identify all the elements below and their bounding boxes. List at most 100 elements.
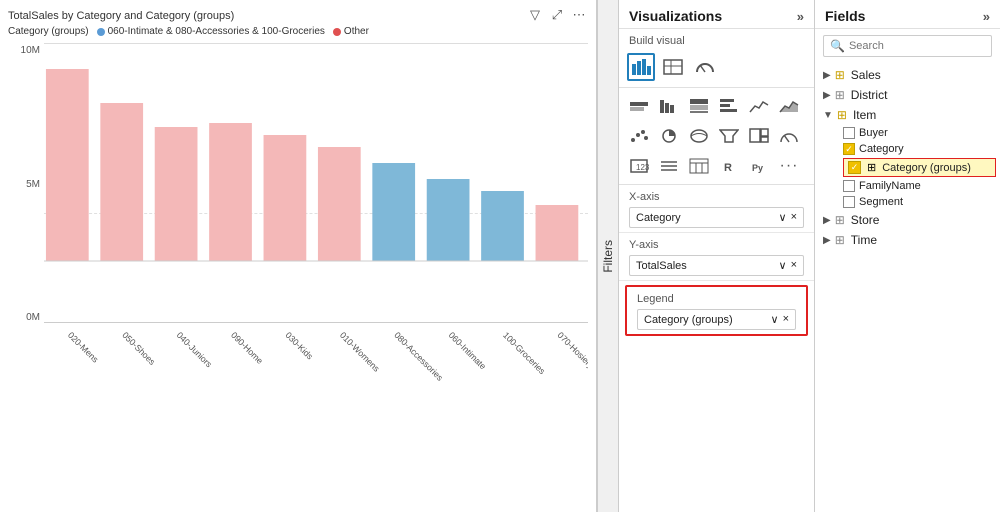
field-item-category-groups[interactable]: ✓ ⊞ Category (groups): [843, 158, 996, 177]
buyer-checkbox[interactable]: [843, 127, 855, 139]
search-input[interactable]: [849, 40, 985, 52]
district-table-icon: ⊞: [835, 88, 845, 102]
viz-line[interactable]: [745, 92, 773, 120]
legend-dot-red: [333, 28, 341, 36]
field-group-district: ▶ ⊞ District: [815, 85, 1000, 105]
field-group-store-header[interactable]: ▶ ⊞ Store: [815, 210, 1000, 230]
field-item-familyname[interactable]: FamilyName: [815, 178, 1000, 194]
search-icon: 🔍: [830, 39, 845, 53]
legend-dropdown[interactable]: Category (groups) ∨ ×: [637, 309, 796, 330]
y-axis-clear[interactable]: ×: [791, 259, 797, 272]
viz-r[interactable]: R: [715, 152, 743, 180]
store-expand-icon: ▶: [823, 215, 831, 226]
district-expand-icon: ▶: [823, 90, 831, 101]
viz-funnel[interactable]: [715, 122, 743, 150]
viz-gauge2[interactable]: [775, 122, 803, 150]
legend-group-label: Category (groups): [8, 26, 89, 37]
svg-text:020-Mens: 020-Mens: [66, 330, 101, 365]
viz-expand-icon[interactable]: »: [797, 9, 804, 24]
viz-card[interactable]: 123: [625, 152, 653, 180]
svg-text:R: R: [724, 162, 732, 174]
field-item-segment[interactable]: Segment: [815, 194, 1000, 210]
chart-inner: 020-Mens 050-Shoes 040-Juniors 090-Home …: [44, 43, 588, 383]
field-group-district-header[interactable]: ▶ ⊞ District: [815, 85, 1000, 105]
buyer-name: Buyer: [859, 127, 888, 139]
legend-chevron[interactable]: ∨: [771, 313, 779, 326]
item-label: Item: [853, 108, 876, 122]
legend-item-red: Other: [333, 26, 369, 37]
viz-slicer[interactable]: [655, 152, 683, 180]
viz-clustered-bar[interactable]: [655, 92, 683, 120]
filters-label: Filters: [601, 240, 615, 273]
viz-header: Visualizations »: [619, 0, 814, 29]
category-groups-name: Category (groups): [882, 162, 971, 174]
svg-text:090-Home: 090-Home: [229, 330, 265, 366]
sales-table-icon: ⊞: [835, 68, 845, 82]
viz-treemap[interactable]: [745, 122, 773, 150]
x-axis-value: Category: [636, 212, 681, 224]
svg-text:010-Womens: 010-Womens: [338, 330, 382, 374]
svg-text:030-Kids: 030-Kids: [284, 330, 316, 362]
bar-chart-svg: [44, 43, 588, 323]
segment-checkbox[interactable]: [843, 196, 855, 208]
field-group-item-header[interactable]: ▼ ⊞ Item: [815, 105, 1000, 125]
x-axis-label: X-axis: [629, 191, 804, 203]
y-label-5m: 5M: [8, 179, 40, 190]
field-group-sales-header[interactable]: ▶ ⊞ Sales: [815, 65, 1000, 85]
field-group-time: ▶ ⊞ Time: [815, 230, 1000, 250]
viz-map[interactable]: [685, 122, 713, 150]
fields-list: ▶ ⊞ Sales ▶ ⊞ District ▼ ⊞ Item Buyer: [815, 63, 1000, 512]
y-axis-dropdown-icons: ∨ ×: [779, 259, 798, 272]
x-axis-chevron[interactable]: ∨: [779, 211, 787, 224]
filter-icon[interactable]: ▽: [526, 6, 544, 24]
fields-panel: Fields » 🔍 ▶ ⊞ Sales ▶ ⊞ District ▼: [815, 0, 1000, 512]
legend-clear[interactable]: ×: [783, 313, 789, 326]
viz-table2[interactable]: [685, 152, 713, 180]
svg-text:040-Juniors: 040-Juniors: [175, 330, 215, 370]
familyname-checkbox[interactable]: [843, 180, 855, 192]
viz-more[interactable]: ···: [775, 152, 803, 180]
viz-header-icons: »: [797, 9, 804, 24]
viz-icon-table[interactable]: [659, 53, 687, 81]
svg-text:100-Groceries: 100-Groceries: [501, 330, 548, 377]
fields-title: Fields: [825, 8, 865, 24]
viz-icon-bar-chart[interactable]: [627, 53, 655, 81]
ellipsis-icon[interactable]: ⋯: [570, 6, 588, 24]
viz-icon-gauge[interactable]: [691, 53, 719, 81]
x-axis-dropdown[interactable]: Category ∨ ×: [629, 207, 804, 228]
fields-expand-icon[interactable]: »: [983, 9, 990, 24]
svg-text:050-Shoes: 050-Shoes: [120, 330, 157, 367]
viz-py[interactable]: Py: [745, 152, 773, 180]
fields-search-container[interactable]: 🔍: [823, 35, 992, 57]
viz-bar-h[interactable]: [715, 92, 743, 120]
y-axis-section: Y-axis TotalSales ∨ ×: [619, 233, 814, 281]
category-groups-checkbox[interactable]: ✓: [848, 161, 861, 174]
viz-100pct-bar[interactable]: [685, 92, 713, 120]
legend-label-red: Other: [344, 26, 369, 37]
sales-expand-icon: ▶: [823, 70, 831, 81]
filters-tab[interactable]: Filters: [597, 0, 619, 512]
x-axis-labels: 020-Mens 050-Shoes 040-Juniors 090-Home …: [44, 323, 588, 383]
y-axis-chevron[interactable]: ∨: [779, 259, 787, 272]
viz-area[interactable]: [775, 92, 803, 120]
legend-value: Category (groups): [644, 314, 733, 326]
store-label: Store: [851, 213, 880, 227]
time-expand-icon: ▶: [823, 235, 831, 246]
x-axis-dropdown-icons: ∨ ×: [779, 211, 798, 224]
field-group-time-header[interactable]: ▶ ⊞ Time: [815, 230, 1000, 250]
viz-icons-section: 123 R Py ···: [619, 88, 814, 185]
y-axis-dropdown[interactable]: TotalSales ∨ ×: [629, 255, 804, 276]
item-table-icon: ⊞: [837, 108, 847, 122]
viz-scatter[interactable]: [625, 122, 653, 150]
category-checkbox[interactable]: ✓: [843, 143, 855, 155]
viz-pie[interactable]: [655, 122, 683, 150]
viz-stacked-bar[interactable]: [625, 92, 653, 120]
x-axis-section: X-axis Category ∨ ×: [619, 185, 814, 233]
svg-text:080-Accessories: 080-Accessories: [392, 330, 445, 383]
legend-dot-blue: [97, 28, 105, 36]
field-item-category[interactable]: ✓ Category: [815, 141, 1000, 157]
expand-icon[interactable]: ⤢: [548, 6, 566, 24]
field-item-buyer[interactable]: Buyer: [815, 125, 1000, 141]
x-axis-clear[interactable]: ×: [791, 211, 797, 224]
store-table-icon: ⊞: [835, 213, 845, 227]
